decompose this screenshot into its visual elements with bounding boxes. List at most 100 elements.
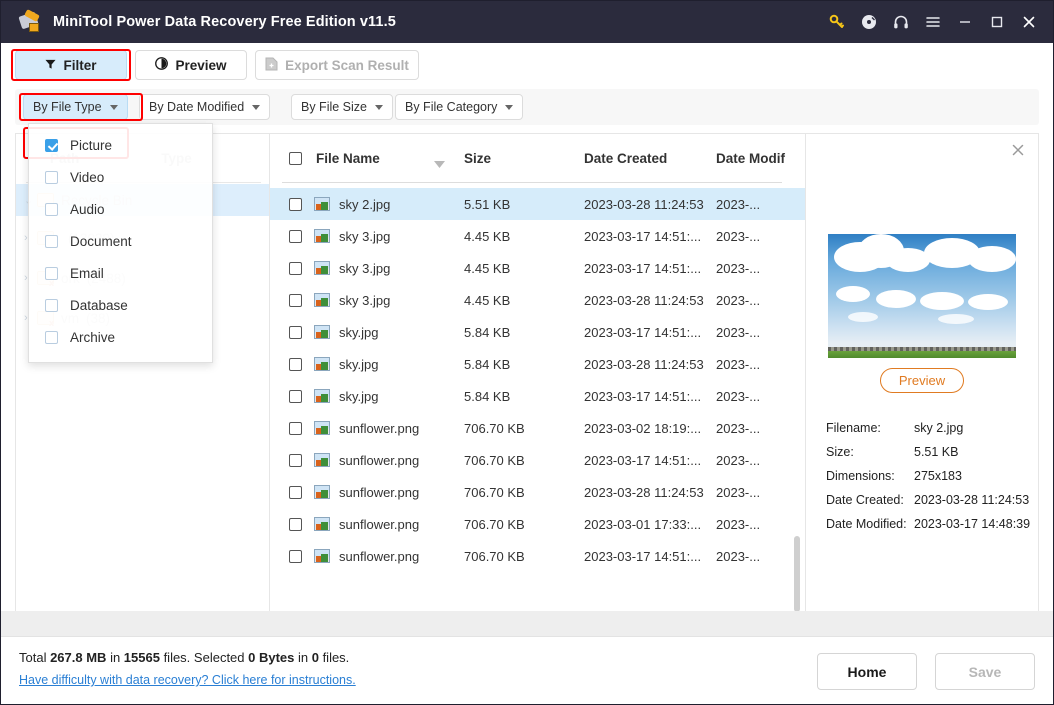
preview-button[interactable]: Preview [135, 50, 247, 80]
save-button[interactable]: Save [935, 653, 1035, 690]
select-all-checkbox[interactable] [289, 152, 302, 165]
row-checkbox[interactable] [289, 485, 302, 499]
cell-date-created: 2023-03-17 14:51:... [584, 324, 702, 340]
filter-by-file-size-label: By File Size [301, 100, 367, 114]
cell-size: 4.45 KB [464, 228, 511, 244]
status-selected-prefix: Selected [193, 650, 249, 665]
column-header-size[interactable]: Size [464, 151, 491, 166]
cell-date-modified: 2023-... [716, 292, 761, 308]
app-logo-icon [18, 9, 41, 33]
option-checkbox[interactable] [45, 298, 58, 312]
metadata-row: Date Modified: 2023-03-17 14:48:39 [826, 512, 1030, 536]
cell-size: 4.45 KB [464, 292, 511, 308]
export-scan-result-button[interactable]: Export Scan Result [255, 50, 419, 80]
filter-bar: By File Type By Date Modified By File Si… [15, 89, 1039, 125]
row-checkbox[interactable] [289, 389, 302, 403]
row-checkbox[interactable] [289, 261, 302, 275]
row-checkbox[interactable] [289, 229, 302, 243]
option-checkbox[interactable] [45, 266, 58, 280]
status-selected-mid: in [294, 650, 312, 665]
home-button[interactable]: Home [817, 653, 917, 690]
preview-thumbnail [828, 234, 1016, 358]
status-selected-suffix: files. [318, 650, 350, 665]
headphones-icon[interactable] [885, 1, 917, 43]
preview-open-button[interactable]: Preview [880, 368, 964, 393]
option-checkbox[interactable] [45, 202, 58, 216]
table-row[interactable]: sunflower.png 706.70 KB 2023-03-28 11:24:5… [270, 476, 805, 508]
metadata-value: 275x183 [914, 469, 962, 483]
filter-by-file-size-button[interactable]: By File Size [291, 94, 393, 120]
metadata-key: Dimensions: [826, 469, 895, 483]
filter-by-date-modified-button[interactable]: By Date Modified [139, 94, 271, 120]
cell-date-created: 2023-03-28 11:24:53 [584, 196, 704, 212]
option-label: Video [70, 169, 105, 185]
row-checkbox[interactable] [289, 197, 302, 211]
row-checkbox[interactable] [289, 549, 302, 563]
cell-date-modified: 2023-... [716, 228, 761, 244]
table-row[interactable]: sky.jpg 5.84 KB 2023-03-17 14:51:... 2023-.… [270, 380, 805, 412]
row-checkbox[interactable] [289, 357, 302, 371]
status-total-suffix: files. [159, 650, 194, 665]
dropdown-option-picture[interactable]: Picture [29, 130, 212, 160]
column-header-date-modified[interactable]: Date Modif [716, 151, 785, 166]
option-label: Archive [70, 329, 116, 345]
option-checkbox[interactable] [45, 330, 58, 344]
chevron-down-icon [252, 104, 261, 110]
file-list-scrollbar[interactable] [794, 536, 800, 612]
dropdown-option-email[interactable]: Email [29, 258, 212, 288]
filter-button[interactable]: Filter [15, 50, 127, 80]
table-row[interactable]: sky.jpg 5.84 KB 2023-03-17 14:51:... 2023-.… [270, 316, 805, 348]
status-total-count: 15565 [123, 650, 160, 665]
option-checkbox[interactable] [45, 138, 58, 152]
menu-icon[interactable] [917, 1, 949, 43]
maximize-icon[interactable] [981, 1, 1013, 43]
row-checkbox[interactable] [289, 517, 302, 531]
cell-date-modified: 2023-... [716, 516, 761, 532]
dropdown-option-audio[interactable]: Audio [29, 194, 212, 224]
minimize-icon[interactable] [949, 1, 981, 43]
row-checkbox[interactable] [289, 453, 302, 467]
table-row[interactable]: sunflower.png 706.70 KB 2023-03-02 18:19:.… [270, 412, 805, 444]
status-summary: Total 267.8 MB in 15565 files. Selected … [19, 650, 349, 665]
cell-date-created: 2023-03-17 14:51:... [584, 548, 702, 564]
row-checkbox[interactable] [289, 421, 302, 435]
file-type-dropdown[interactable]: Picture Video Audio Document Email Database Ar… [28, 123, 213, 363]
option-checkbox[interactable] [45, 170, 58, 184]
disc-icon[interactable] [853, 1, 885, 43]
table-row[interactable]: sky 3.jpg 4.45 KB 2023-03-28 11:24:53 2023-… [270, 284, 805, 316]
dropdown-option-video[interactable]: Video [29, 162, 212, 192]
image-file-icon [314, 421, 330, 435]
home-button-label: Home [847, 663, 887, 680]
preview-open-label: Preview [898, 373, 946, 388]
status-total-mid: in [106, 650, 124, 665]
column-header-file-name[interactable]: File Name [316, 151, 380, 166]
close-icon[interactable] [1013, 1, 1045, 43]
cell-size: 5.51 KB [464, 196, 511, 212]
metadata-value: 2023-03-28 11:24:53 [914, 493, 1030, 507]
close-preview-icon[interactable] [1010, 144, 1026, 160]
preview-button-label: Preview [175, 57, 227, 73]
dropdown-option-database[interactable]: Database [29, 290, 212, 320]
row-checkbox[interactable] [289, 325, 302, 339]
table-row[interactable]: sunflower.png 706.70 KB 2023-03-17 14:51:.… [270, 444, 805, 476]
help-link[interactable]: Have difficulty with data recovery? Clic… [19, 673, 356, 687]
metadata-row: Size: 5.51 KB [826, 440, 1030, 464]
table-row[interactable]: sunflower.png 706.70 KB 2023-03-17 14:51:.… [270, 540, 805, 572]
option-checkbox[interactable] [45, 234, 58, 248]
filter-by-file-category-button[interactable]: By File Category [395, 94, 524, 120]
row-checkbox[interactable] [289, 293, 302, 307]
column-header-date-created[interactable]: Date Created [584, 151, 667, 166]
sort-descending-icon[interactable] [434, 156, 445, 171]
table-row[interactable]: sky.jpg 5.84 KB 2023-03-28 11:24:53 2023-..… [270, 348, 805, 380]
dropdown-option-archive[interactable]: Archive [29, 322, 212, 352]
table-row[interactable]: sky 2.jpg 5.51 KB 2023-03-28 11:24:53 2023-… [270, 188, 805, 220]
cell-date-created: 2023-03-28 11:24:53 [584, 484, 704, 500]
dropdown-option-document[interactable]: Document [29, 226, 212, 256]
table-row[interactable]: sky 3.jpg 4.45 KB 2023-03-17 14:51:... 2023… [270, 220, 805, 252]
table-row[interactable]: sky 3.jpg 4.45 KB 2023-03-17 14:51:... 2023… [270, 252, 805, 284]
table-row[interactable]: sunflower.png 706.70 KB 2023-03-01 17:33:.… [270, 508, 805, 540]
key-icon[interactable] [821, 1, 853, 43]
cell-date-modified: 2023-... [716, 484, 761, 500]
image-file-icon [314, 453, 330, 467]
filter-by-file-type-button[interactable]: By File Type [23, 94, 128, 120]
